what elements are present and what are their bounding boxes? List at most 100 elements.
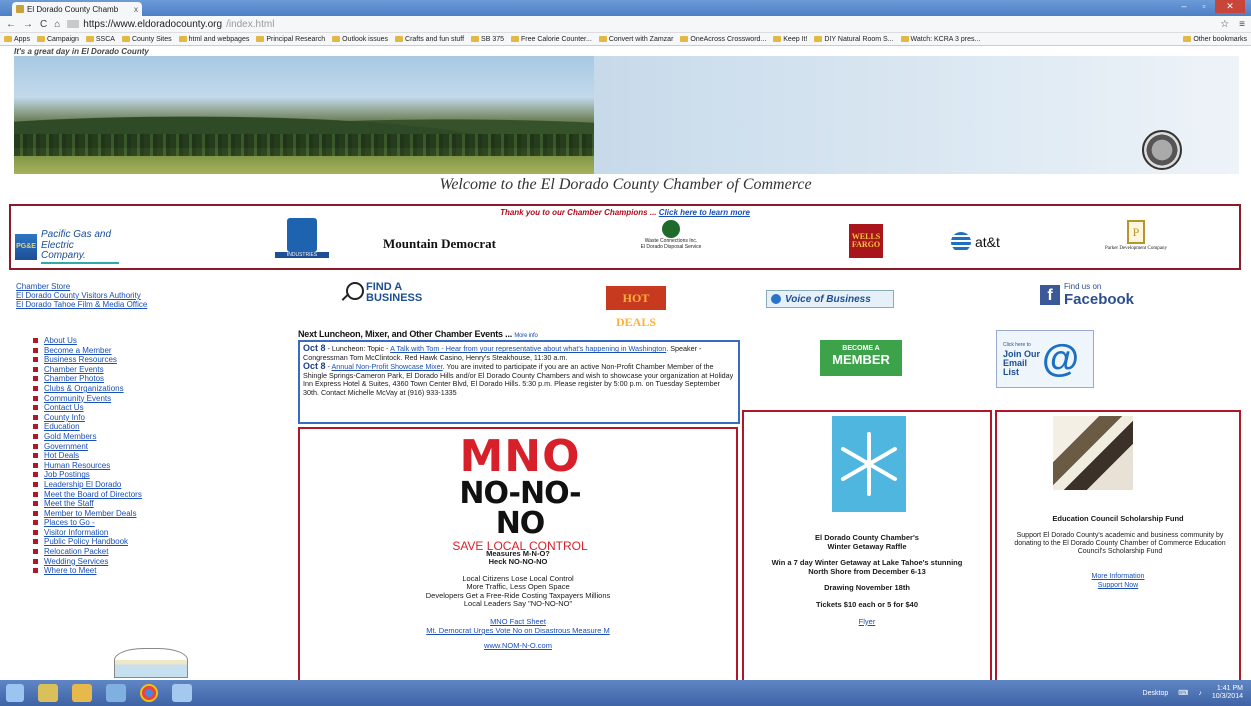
app-icon[interactable] — [172, 684, 192, 702]
sidebar-item[interactable]: About Us — [33, 336, 142, 346]
bookmark-label: Convert with Zamzar — [608, 35, 674, 43]
welcome-title: Welcome to the El Dorado County Chamber … — [439, 176, 812, 193]
reload-icon[interactable]: C — [40, 19, 47, 30]
sponsor-wells-fargo[interactable]: WELLS FARGO — [849, 224, 883, 258]
bookmark-item[interactable]: Crafts and fun stuff — [395, 36, 464, 43]
bookmark-item[interactable]: SB 375 — [471, 36, 504, 43]
bookmark-item[interactable]: Campaign — [36, 36, 79, 43]
mno-links: MNO Fact Sheet Mt. Democrat Urges Vote N… — [300, 617, 736, 650]
menu-icon[interactable]: ≡ — [1239, 19, 1245, 30]
forward-icon[interactable]: → — [23, 19, 33, 30]
sidebar-item[interactable]: Chamber Events — [33, 365, 142, 375]
events-more-info-link[interactable]: More info — [514, 333, 537, 339]
sidebar-item[interactable]: Gold Members — [33, 432, 142, 442]
sidebar-item[interactable]: Leadership El Dorado — [33, 480, 142, 490]
facebook-button[interactable]: f Find us on Facebook — [1040, 282, 1134, 308]
bookmark-star-icon[interactable]: ☆ — [1220, 19, 1229, 30]
minimize-icon[interactable]: – — [1175, 0, 1193, 13]
bookmark-item[interactable]: DIY Natural Room S... — [814, 36, 894, 43]
bookmarks-bar: Apps Campaign SSCA County Sites html and web… — [0, 33, 1251, 46]
maximize-icon[interactable]: ▫ — [1195, 0, 1213, 13]
become-a-member-button[interactable]: BECOME A MEMBER — [820, 340, 902, 376]
tab-close-icon[interactable]: x — [134, 5, 138, 14]
events-box: Oct 8 - Luncheon: Topic - A Talk with To… — [298, 340, 740, 424]
sidebar-item[interactable]: Meet the Staff — [33, 499, 142, 509]
find-a-business-button[interactable]: FIND A BUSINESS — [340, 282, 422, 304]
bookmark-item[interactable]: Convert with Zamzar — [598, 35, 674, 43]
other-bookmarks[interactable]: Other bookmarks — [1183, 36, 1247, 43]
chrome-icon[interactable] — [140, 684, 158, 702]
desktop-label[interactable]: Desktop — [1143, 690, 1169, 697]
bookmark-label: SSCA — [95, 35, 115, 43]
chamber-store-link[interactable]: Chamber Store — [16, 282, 147, 291]
volume-icon[interactable]: ♪ — [1198, 690, 1202, 697]
sidebar-item[interactable]: Human Resources — [33, 461, 142, 471]
film-office-link[interactable]: El Dorado Tahoe Film & Media Office — [16, 300, 147, 309]
sidebar-item[interactable]: Contact Us — [33, 403, 142, 413]
education-support-link[interactable]: Support Now — [997, 581, 1239, 590]
bookmark-item[interactable]: County Sites — [121, 36, 172, 43]
sidebar-item[interactable]: Hot Deals — [33, 451, 142, 461]
home-icon[interactable]: ⌂ — [54, 19, 60, 30]
education-more-info-link[interactable]: More Information — [997, 572, 1239, 581]
sponsor-parker-development[interactable]: P Parker Development Company — [1091, 220, 1181, 251]
sponsor-sierra-pacific[interactable]: INDUSTRIES — [275, 218, 329, 258]
sidebar-item[interactable]: Relocation Packet — [33, 547, 142, 557]
mno-graphic[interactable]: MNO NO-NO-NO SAVE LOCAL CONTROL — [444, 435, 596, 554]
sidebar-item[interactable]: Places to Go - — [33, 518, 142, 528]
bookmark-item[interactable]: OneAcross Crossword... — [680, 36, 766, 43]
bookmark-item[interactable]: Keep It! — [773, 36, 807, 43]
file-manager-icon[interactable] — [106, 684, 126, 702]
mno-website-link[interactable]: www.NOM-N-O.com — [300, 641, 736, 650]
sponsor-mountain-democrat[interactable]: Mountain Democrat — [383, 236, 496, 252]
windows-taskbar: Desktop ⌨ ♪ 1:41 PM 10/3/2014 — [0, 680, 1251, 706]
bookmark-item[interactable]: Principal Research — [256, 36, 325, 43]
clock[interactable]: 1:41 PM 10/3/2014 — [1212, 685, 1243, 701]
sidebar-item[interactable]: Member to Member Deals — [33, 509, 142, 519]
visitors-authority-link[interactable]: El Dorado County Visitors Authority — [16, 291, 147, 300]
sidebar-item[interactable]: Wedding Services — [33, 557, 142, 567]
sidebar-item[interactable]: Public Policy Handbook — [33, 537, 142, 547]
bookmark-item[interactable]: Watch: KCRA 3 pres... — [900, 36, 980, 43]
close-window-icon[interactable]: ✕ — [1215, 0, 1245, 13]
sponsor-att[interactable]: at&t — [951, 232, 1000, 252]
address-bar[interactable]: https://www.eldoradocounty.org/index.htm… — [67, 19, 274, 30]
sidebar-item[interactable]: Government — [33, 442, 142, 452]
bookmark-item[interactable]: Outlook issues — [332, 36, 388, 43]
sidebar-item[interactable]: Where to Meet — [33, 566, 142, 576]
sidebar-item[interactable]: Business Resources — [33, 355, 142, 365]
back-icon[interactable]: ← — [6, 19, 16, 30]
sidebar-item[interactable]: Education — [33, 422, 142, 432]
become-member-big: MEMBER — [832, 352, 890, 367]
sidebar-item[interactable]: Chamber Photos — [33, 374, 142, 384]
mno-mt-democrat-link[interactable]: Mt. Democrat Urges Vote No on Disastrous… — [300, 626, 736, 635]
sidebar-item[interactable]: Clubs & Organizations — [33, 384, 142, 394]
hot-deals-button[interactable]: HOT DEALS — [606, 286, 666, 329]
start-icon[interactable] — [6, 684, 24, 702]
sidebar-item[interactable]: Meet the Board of Directors — [33, 490, 142, 500]
folder-icon[interactable] — [72, 684, 92, 702]
champions-title-text: Thank you to our Chamber Champions ... — [500, 208, 657, 217]
att-globe-icon — [951, 232, 971, 252]
join-email-list-button[interactable]: Click here to Join Our Email List @ — [996, 330, 1094, 388]
sidebar-item[interactable]: County Info — [33, 413, 142, 423]
explorer-icon[interactable] — [38, 684, 58, 702]
bookmark-item[interactable]: html and webpages — [178, 36, 249, 43]
sponsor-pge[interactable]: PG&E Pacific Gas and Electric Company. — [15, 229, 119, 264]
bookmark-item[interactable]: Apps — [4, 36, 30, 43]
bookmark-item[interactable]: SSCA — [85, 35, 115, 43]
events-heading: Next Luncheon, Mixer, and Other Chamber … — [298, 329, 538, 339]
sidebar-item[interactable]: Visitor Information — [33, 528, 142, 538]
sidebar-item[interactable]: Become a Member — [33, 346, 142, 356]
browser-tab[interactable]: El Dorado County Chamb x — [12, 2, 142, 16]
keyboard-icon[interactable]: ⌨ — [1178, 689, 1188, 697]
bookmark-item[interactable]: Free Calorie Counter... — [511, 36, 592, 43]
sidebar-item[interactable]: Community Events — [33, 394, 142, 404]
folder-icon — [36, 36, 45, 42]
mno-fact-sheet-link[interactable]: MNO Fact Sheet — [300, 617, 736, 626]
voice-of-business-button[interactable]: Voice of Business — [766, 290, 894, 308]
sidebar-item[interactable]: Job Postings — [33, 470, 142, 480]
raffle-flyer-link[interactable]: Flyer — [744, 617, 990, 627]
champions-learn-more-link[interactable]: Click here to learn more — [659, 208, 750, 217]
sponsor-waste-connections[interactable]: Waste Connections Inc. El Dorado Disposa… — [611, 220, 731, 250]
